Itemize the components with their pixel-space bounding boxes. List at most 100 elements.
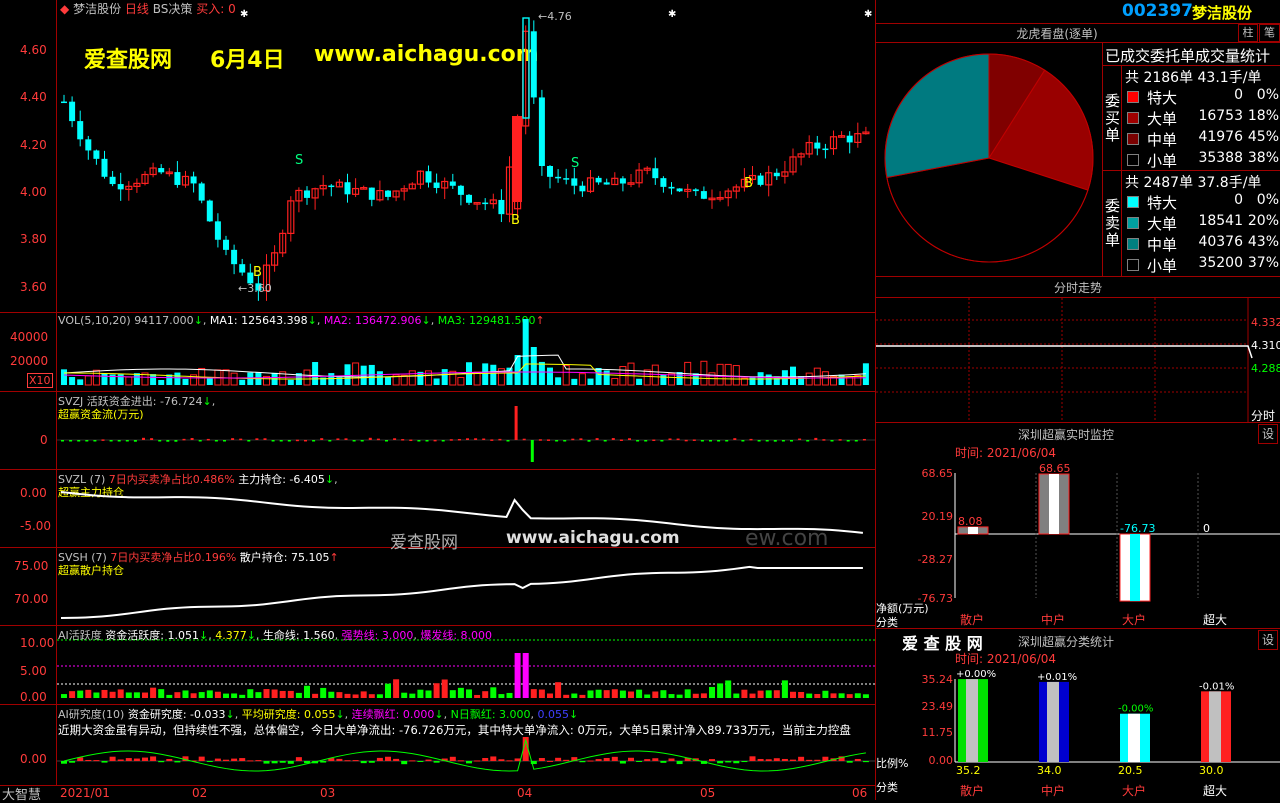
activity-bar — [619, 690, 626, 698]
research-bar — [490, 756, 497, 761]
candle-body — [449, 181, 456, 186]
research-bar — [538, 758, 545, 761]
research-line — [63, 738, 866, 772]
flow-bar — [409, 439, 413, 442]
flow-bar — [530, 440, 534, 462]
research-bar — [368, 761, 375, 763]
ai-activity-bars — [57, 639, 875, 698]
research-bar — [344, 760, 351, 762]
flow-bar — [69, 440, 73, 442]
monitor-title: 深圳超赢实时监控 — [1017, 428, 1114, 442]
y-tick: 0.00 — [929, 754, 954, 767]
candle-body — [538, 97, 545, 166]
vol-bar — [433, 378, 440, 385]
flow-bar — [304, 439, 307, 442]
activity-bar — [190, 693, 197, 698]
flow-bar — [352, 440, 356, 442]
research-bar — [717, 761, 724, 764]
candle-body — [660, 178, 667, 187]
date-tick: 03 — [320, 786, 336, 800]
flow-bar — [603, 440, 607, 442]
activity-bar — [85, 689, 92, 698]
ai-tick: 5.00 — [20, 664, 47, 678]
row-value: 41976 — [1198, 129, 1243, 145]
flow-bar — [466, 438, 469, 440]
order-stats: 已成交委托单成交量统计 委买单 委卖单 共 2186单 43.1手/单 共 24… — [1102, 43, 1280, 276]
tick-button[interactable]: 笔 — [1259, 24, 1280, 42]
vol-bar — [150, 374, 157, 385]
classify-settings-button[interactable]: 设 — [1258, 630, 1278, 650]
vol-bar — [303, 369, 311, 386]
research-bar — [798, 756, 805, 761]
flow-bar — [514, 406, 518, 440]
svsh-tick: 70.00 — [14, 592, 49, 606]
classify-bar-highlight — [1209, 691, 1221, 762]
research-bar — [773, 758, 780, 761]
activity-bar — [595, 689, 602, 698]
activity-bar — [336, 692, 343, 698]
research-bar — [862, 761, 869, 763]
vol-bar — [449, 370, 457, 386]
vol-bar — [482, 363, 489, 385]
pie-slice — [884, 53, 990, 179]
activity-bar — [506, 692, 513, 698]
classify-bar-highlight — [966, 679, 978, 762]
candle-body — [190, 176, 197, 184]
sell-signal: S — [571, 156, 580, 171]
column-button[interactable]: 柱 — [1238, 24, 1258, 42]
activity-bar — [93, 692, 100, 698]
activity-bar — [133, 692, 140, 698]
activity-bar — [603, 690, 610, 698]
legend-swatch — [1127, 259, 1139, 271]
monitor-settings-button[interactable]: 设 — [1258, 424, 1278, 444]
research-bar — [603, 757, 610, 761]
activity-bar — [547, 693, 553, 698]
activity-bar — [781, 680, 788, 698]
vol-bar — [490, 364, 497, 385]
flow-bar — [700, 440, 704, 442]
flow-bar — [433, 439, 437, 442]
buy-signal: B — [253, 265, 262, 280]
activity-bar — [611, 689, 618, 698]
intraday-chart[interactable] — [876, 298, 1280, 422]
classify-bottom-value: 35.2 — [956, 764, 981, 777]
research-bar — [158, 761, 165, 763]
y-tick: 11.75 — [922, 726, 954, 739]
activity-bar — [709, 686, 715, 698]
activity-bar — [854, 693, 861, 698]
candlestick-chart[interactable] — [57, 0, 875, 312]
legend-swatch — [1127, 91, 1139, 103]
flow-bar — [368, 437, 372, 440]
price-tick: 4.60 — [20, 43, 47, 57]
research-bar — [611, 756, 618, 761]
vol-bar — [522, 319, 529, 385]
research-bar — [741, 761, 748, 763]
vol-bar — [724, 363, 732, 386]
research-bar — [781, 758, 788, 761]
flow-bar — [692, 439, 696, 441]
row-label: 大单 — [1147, 110, 1178, 128]
buy-total: 共 2186单 43.1手/单 — [1125, 70, 1262, 86]
flow-bar — [239, 438, 243, 441]
vol-bar — [587, 378, 594, 385]
activity-bar — [490, 687, 497, 698]
classify-bottom-value: 20.5 — [1118, 764, 1143, 777]
candle-body — [668, 186, 675, 189]
activity-bar — [555, 682, 562, 698]
candle-body — [77, 121, 84, 140]
flow-bar — [263, 438, 267, 440]
flow-bar — [150, 438, 154, 440]
flow-bar — [490, 439, 494, 441]
monitor-value: -76.73 — [1120, 522, 1155, 535]
vol-bar — [595, 368, 602, 385]
flow-bar — [133, 440, 137, 442]
flow-bar — [344, 438, 348, 440]
monitor-bar-highlight — [968, 526, 978, 534]
research-bar — [271, 761, 278, 764]
research-bar — [231, 758, 238, 761]
activity-bar — [474, 694, 481, 698]
research-tick: 0.00 — [20, 752, 47, 766]
activity-bar — [741, 689, 748, 698]
date-tick: 02 — [192, 786, 208, 800]
sep — [876, 276, 1280, 277]
